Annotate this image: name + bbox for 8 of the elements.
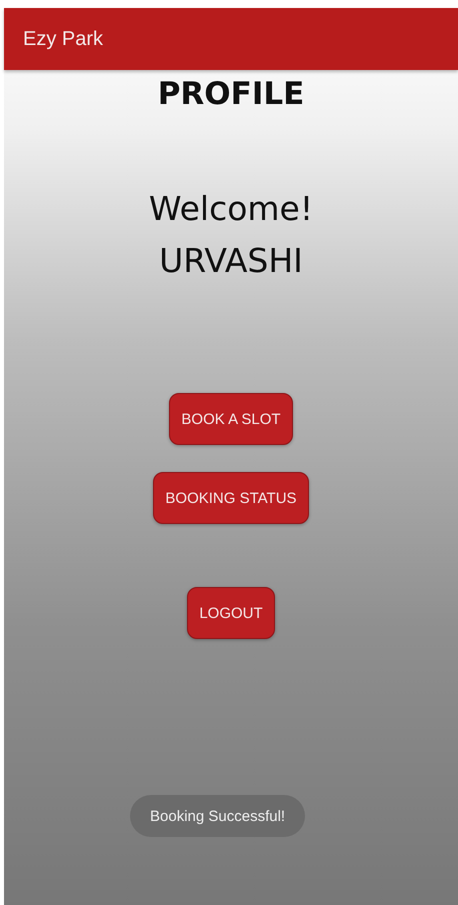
welcome-text: Welcome! bbox=[148, 188, 314, 230]
menu-button[interactable]: LOGOUT bbox=[187, 587, 275, 639]
user-name: URVASHI bbox=[159, 240, 303, 282]
app-title: Ezy Park bbox=[23, 28, 104, 50]
menu-button[interactable]: BOOK A SLOT bbox=[169, 393, 293, 445]
menu-button[interactable]: BOOKING STATUS bbox=[153, 472, 309, 524]
toast-message: Booking Successful! bbox=[130, 795, 306, 837]
page-heading: PROFILE bbox=[158, 76, 304, 112]
